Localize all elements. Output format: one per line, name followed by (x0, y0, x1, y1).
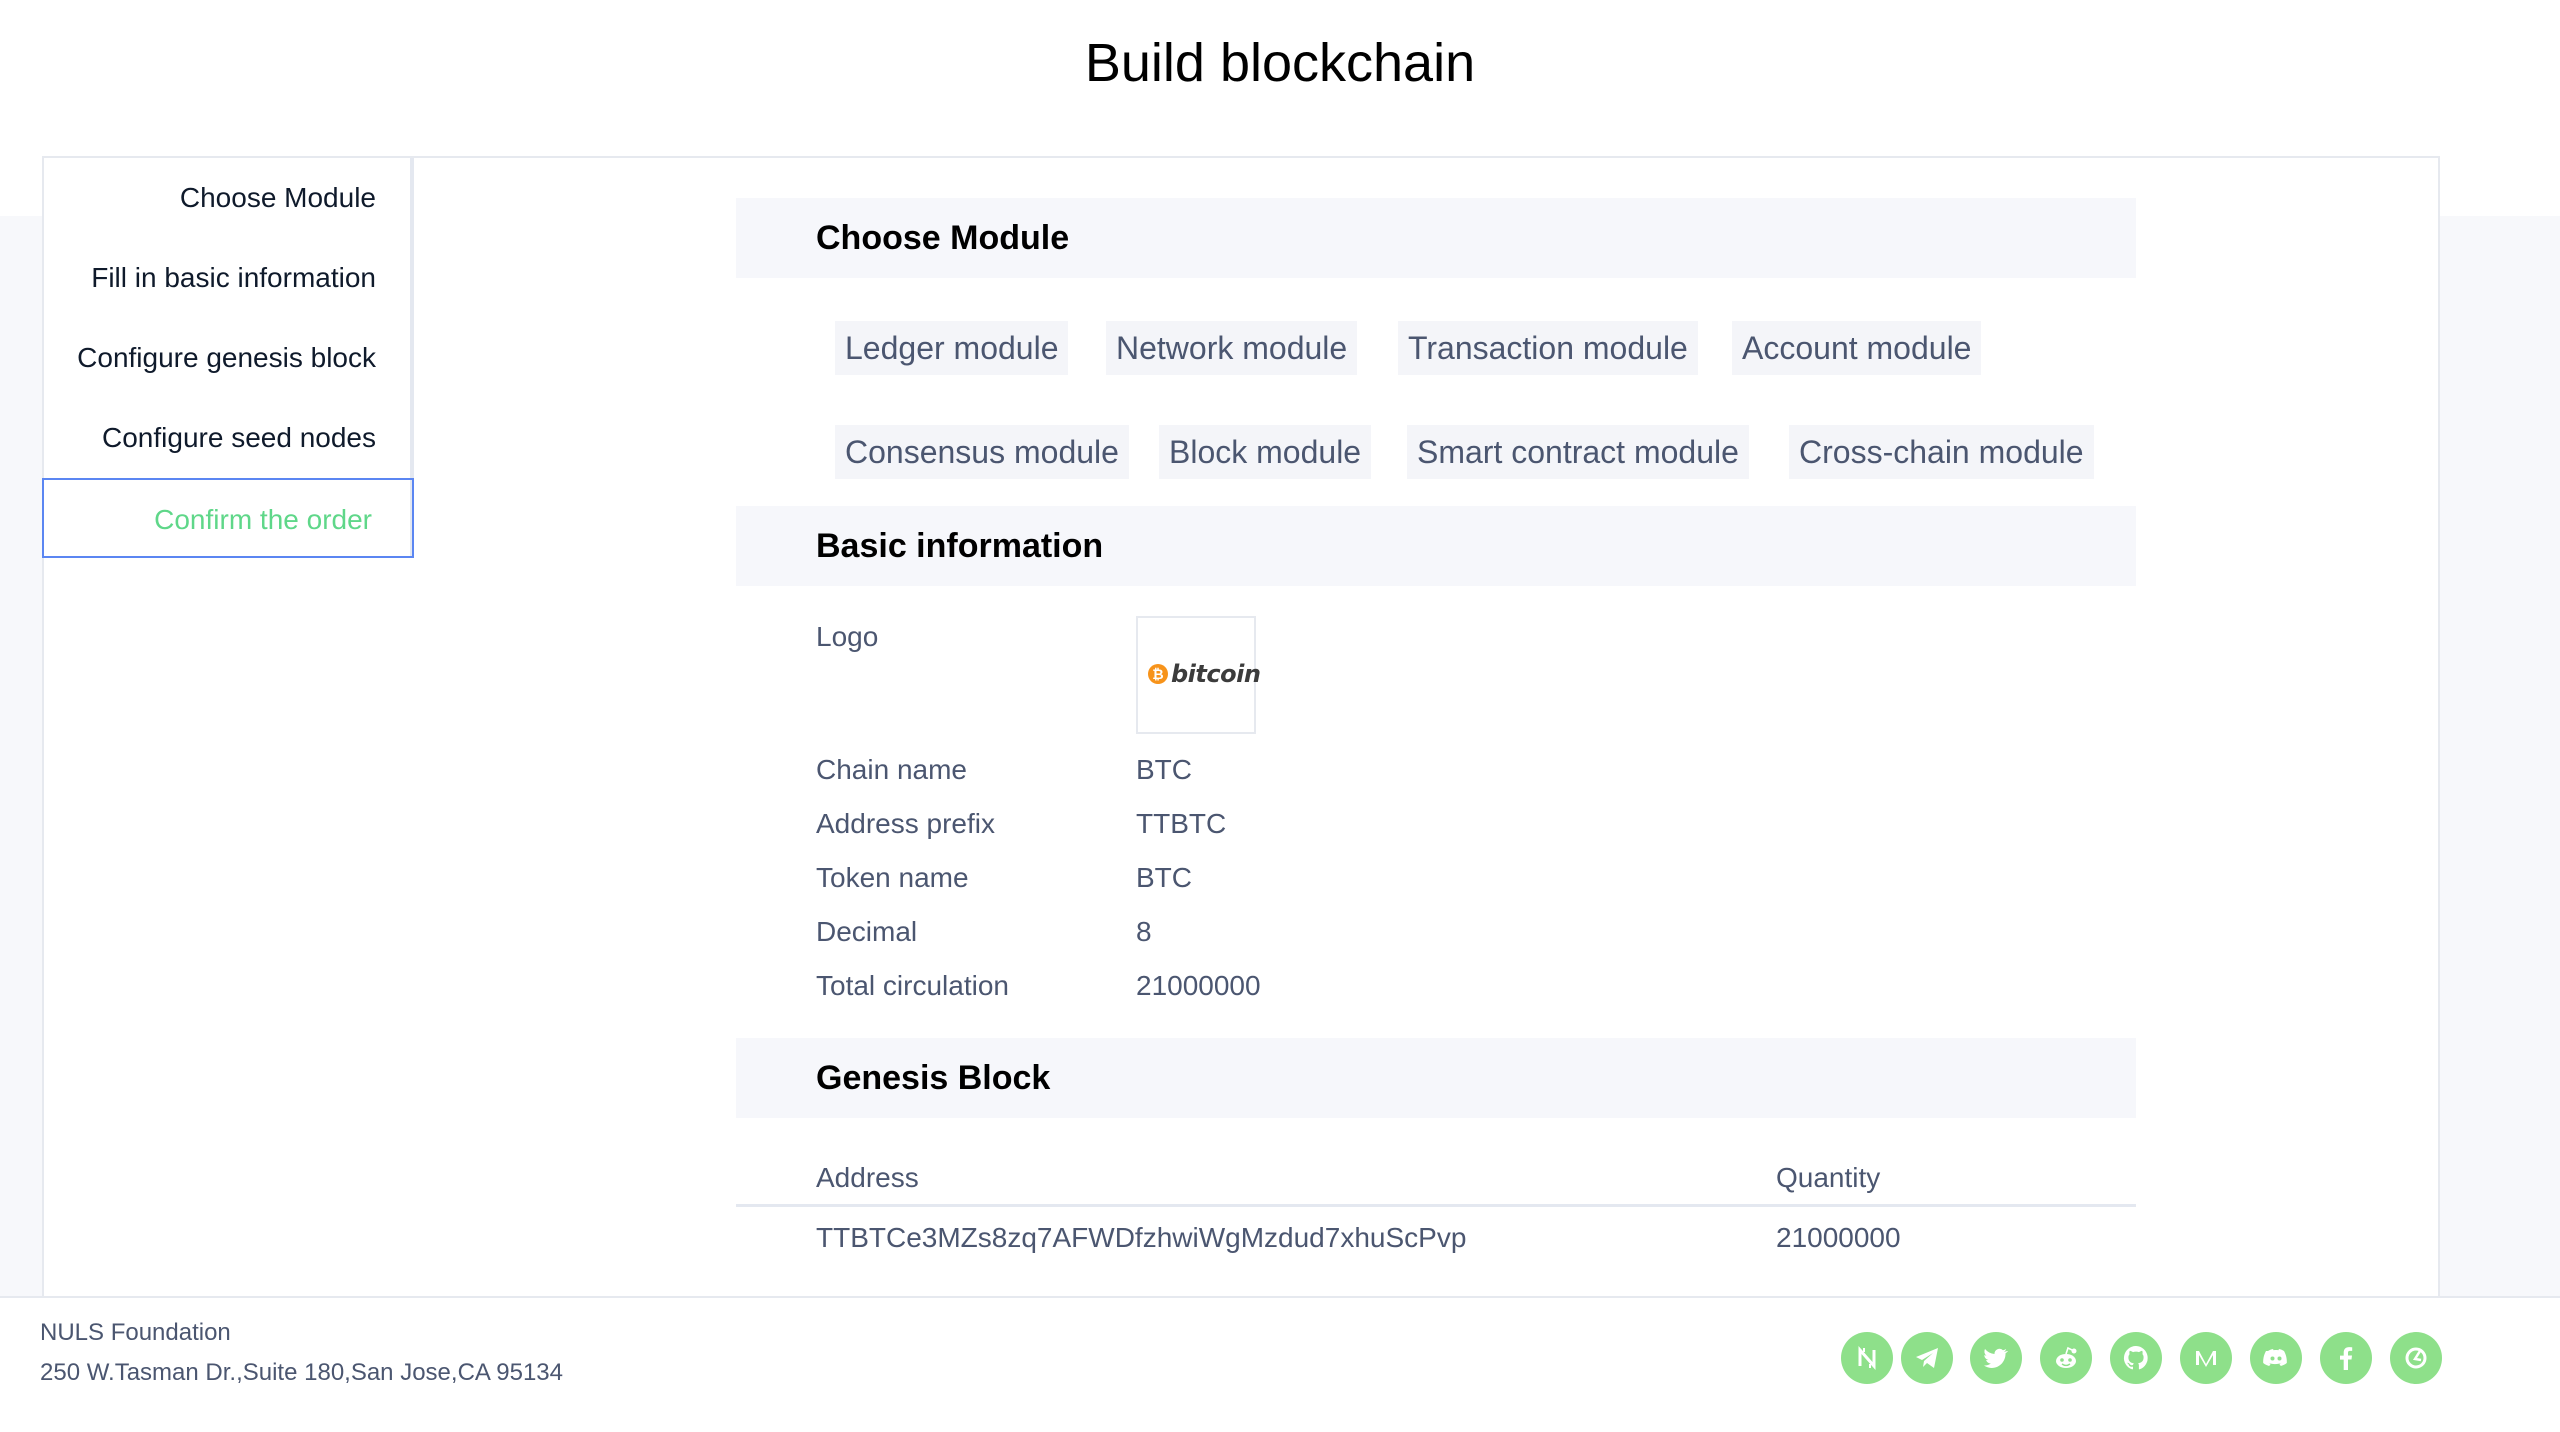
wechat-icon-glyph (2405, 1347, 2427, 1369)
field-label: Total circulation (816, 970, 1009, 1001)
bitcoin-coin-icon: ₿ (1148, 664, 1168, 684)
github-icon-glyph (2123, 1345, 2148, 1370)
field-value: 21000000 (1136, 970, 1261, 1001)
footer: NULS Foundation 250 W.Tasman Dr.,Suite 1… (0, 1296, 2560, 1432)
table-header-quantity: Quantity (1776, 1162, 1881, 1193)
field-value: BTC (1136, 754, 1192, 785)
sidebar-item-confirm-order[interactable]: Confirm the order (42, 478, 414, 558)
sidebar-item-genesis-block[interactable]: Configure genesis block (44, 318, 414, 398)
section-title: Choose Module (816, 219, 1070, 257)
module-chip: Transaction module (1398, 321, 1698, 375)
table-cell-quantity: 21000000 (1776, 1222, 1901, 1253)
section-header-choose-module: Choose Module (736, 198, 2136, 278)
logo-label: Logo (816, 621, 879, 652)
facebook-icon[interactable] (2320, 1332, 2372, 1384)
twitter-icon-glyph (1984, 1348, 2008, 1368)
reddit-icon-glyph (2056, 1346, 2077, 1368)
footer-address: 250 W.Tasman Dr.,Suite 180,San Jose,CA 9… (40, 1359, 563, 1386)
nuls-icon-glyph (1858, 1346, 1876, 1370)
field-label: Decimal (816, 916, 918, 947)
table-header-address: Address (816, 1162, 919, 1193)
sidebar-item-seed-nodes[interactable]: Configure seed nodes (44, 398, 414, 478)
discord-icon[interactable] (2250, 1332, 2302, 1384)
section-header-basic-information: Basic information (736, 506, 2136, 586)
bitcoin-wordmark: bitcoin (1171, 660, 1261, 688)
section-title: Genesis Block (816, 1059, 1051, 1097)
table-cell-address: TTBTCe3MZs8zq7AFWDfzhwiWgMzdud7xhuScPvp (816, 1222, 1467, 1253)
page-title: Build blockchain (1084, 33, 1476, 93)
facebook-icon-glyph (2340, 1347, 2353, 1370)
reddit-icon[interactable] (2040, 1332, 2092, 1384)
nuls-icon[interactable] (1841, 1332, 1893, 1384)
discord-icon-glyph (2263, 1349, 2287, 1366)
field-value: TTBTC (1136, 808, 1227, 839)
telegram-icon-glyph (1916, 1348, 1938, 1368)
module-chip: Account module (1732, 321, 1982, 375)
chain-logo: ₿ bitcoin (1136, 616, 1261, 734)
table-header-divider (736, 1204, 2136, 1207)
module-chip: Network module (1106, 321, 1358, 375)
medium-icon[interactable] (2180, 1332, 2232, 1384)
sidebar-item-basic-information[interactable]: Fill in basic information (44, 238, 414, 318)
module-chip: Ledger module (835, 321, 1069, 375)
section-header-genesis-block: Genesis Block (736, 1038, 2136, 1118)
module-chip: Consensus module (835, 425, 1129, 479)
field-value: 8 (1136, 916, 1152, 947)
sidebar-item-choose-module[interactable]: Choose Module (44, 158, 414, 238)
module-chip: Cross-chain module (1789, 425, 2094, 479)
section-title: Basic information (816, 527, 1104, 565)
twitter-icon[interactable] (1970, 1332, 2022, 1384)
github-icon[interactable] (2110, 1332, 2162, 1384)
module-chip: Block module (1159, 425, 1372, 479)
field-value: BTC (1136, 862, 1192, 893)
module-chip: Smart contract module (1407, 425, 1749, 479)
footer-org: NULS Foundation (40, 1319, 231, 1346)
medium-icon-glyph (2196, 1351, 2216, 1367)
field-label: Chain name (816, 754, 967, 785)
telegram-icon[interactable] (1901, 1332, 1953, 1384)
wechat-icon[interactable] (2390, 1332, 2442, 1384)
field-label: Address prefix (816, 808, 995, 839)
steps-sidebar: Choose Module Fill in basic information … (42, 158, 414, 558)
field-label: Token name (816, 862, 969, 893)
